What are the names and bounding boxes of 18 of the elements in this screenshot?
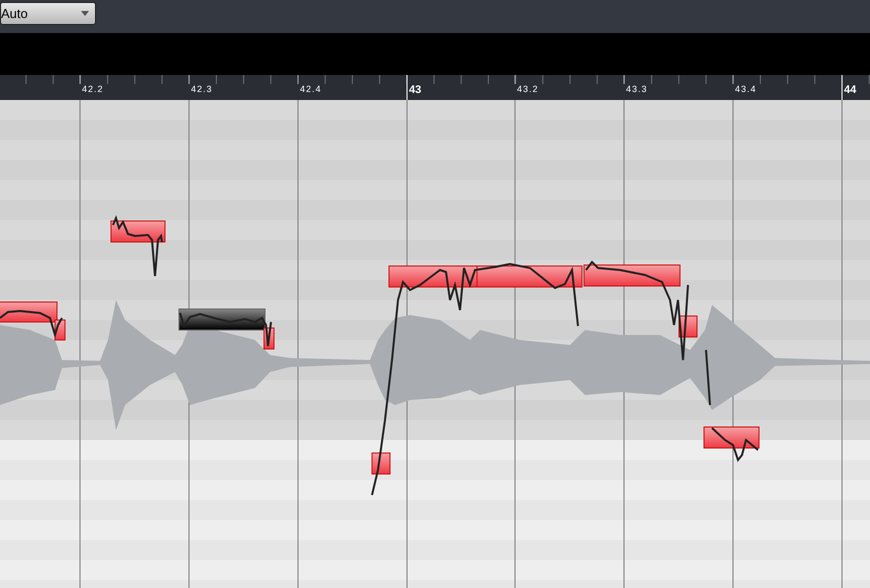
ruler-label: 43.2 [517,85,539,94]
ruler-label: 44 [844,85,856,96]
ruler-label: 43.3 [626,85,648,94]
pitch-note[interactable] [584,264,680,286]
mode-dropdown[interactable]: Auto [0,2,96,25]
ruler-label: 42.3 [191,85,213,94]
ruler-label: 43.4 [735,85,757,94]
caret-icon [81,11,89,16]
pitch-curve [711,427,759,462]
ruler-label: 43 [409,85,422,96]
pitch-note[interactable] [476,266,582,288]
pitch-curve [112,215,163,277]
ruler-label: 42.4 [300,85,322,94]
ruler-label: 42.2 [82,85,104,94]
pitch-note[interactable] [704,426,760,448]
pitch-curve [0,310,63,339]
pitch-note[interactable] [372,452,390,474]
pitch-curve [705,350,711,406]
